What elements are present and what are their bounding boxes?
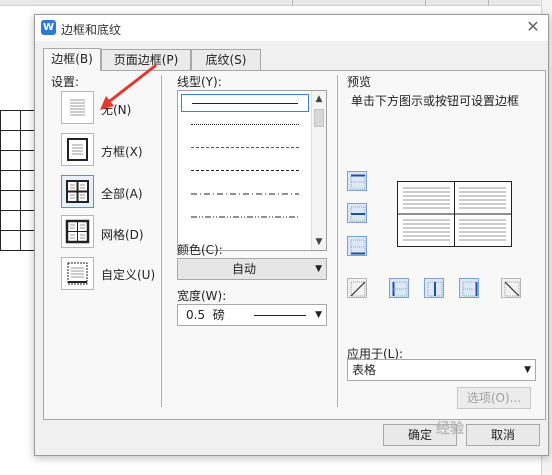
line-style-scrollbar[interactable]: ▲ ▼ xyxy=(311,91,326,250)
setting-custom-button[interactable] xyxy=(61,257,94,290)
inside-horizontal-border-button[interactable] xyxy=(347,203,367,223)
tab-borders[interactable]: 边框(B) xyxy=(43,48,101,71)
border-preview[interactable] xyxy=(397,181,512,247)
left-border-button[interactable] xyxy=(389,278,409,298)
line-style-solid[interactable] xyxy=(181,94,309,112)
diagonal-down-icon xyxy=(504,281,520,297)
none-border-icon xyxy=(70,99,85,116)
chevron-down-icon: ▼ xyxy=(315,264,322,274)
scroll-thumb[interactable] xyxy=(314,109,324,127)
settings-group-label: 设置: xyxy=(51,75,80,89)
scroll-up-icon[interactable]: ▲ xyxy=(312,92,326,106)
bottom-border-icon xyxy=(350,239,366,255)
custom-border-icon xyxy=(67,262,88,285)
wps-writer-icon: W xyxy=(41,20,56,35)
color-label: 颜色(C): xyxy=(177,243,223,257)
box-border-icon xyxy=(67,138,88,161)
line-style-dashed[interactable] xyxy=(181,162,309,180)
scroll-down-icon[interactable]: ▼ xyxy=(312,235,326,249)
toolbar-divider xyxy=(292,0,293,6)
setting-grid-button[interactable] xyxy=(61,215,94,248)
grid-border-icon xyxy=(65,219,90,244)
toolbar-divider xyxy=(425,0,426,6)
line-style-dash-dot-dot[interactable] xyxy=(181,208,309,226)
line-style-dashed-fine[interactable] xyxy=(181,139,309,157)
inside-vertical-border-button[interactable] xyxy=(424,278,444,298)
preview-table-icon xyxy=(398,182,511,246)
bottom-border-button[interactable] xyxy=(347,236,367,256)
setting-all-label[interactable]: 全部(A) xyxy=(101,185,143,202)
setting-none-label[interactable]: 无(N) xyxy=(101,101,131,118)
inside-vertical-border-icon xyxy=(427,281,443,297)
setting-none-button[interactable] xyxy=(61,91,94,124)
line-style-dash-dot[interactable] xyxy=(181,185,309,203)
top-border-icon xyxy=(350,174,366,190)
right-border-icon xyxy=(462,281,478,297)
apply-to-value: 表格 xyxy=(352,363,377,377)
chevron-down-icon: ▼ xyxy=(524,365,531,375)
dialog-titlebar: W 边框和底纹 ✕ xyxy=(35,15,548,41)
line-style-list[interactable]: ▲ ▼ xyxy=(177,90,327,251)
width-label: 宽度(W): xyxy=(177,289,227,303)
color-dropdown[interactable]: 自动 ▼ xyxy=(177,258,327,280)
background-toolbar xyxy=(0,0,552,6)
chevron-down-icon: ▼ xyxy=(315,310,322,320)
width-line-sample xyxy=(254,315,306,316)
tab-page-border[interactable]: 页面边框(P) xyxy=(101,49,191,70)
diagonal-down-border-button[interactable] xyxy=(501,278,521,298)
top-border-button[interactable] xyxy=(347,171,367,191)
dialog-title: 边框和底纹 xyxy=(61,23,122,37)
diagonal-up-border-button[interactable] xyxy=(347,278,367,298)
line-style-dotted[interactable] xyxy=(181,116,309,134)
left-border-icon xyxy=(392,281,408,297)
setting-box-label[interactable]: 方框(X) xyxy=(101,143,143,160)
right-border-button[interactable] xyxy=(459,278,479,298)
apply-to-dropdown[interactable]: 表格 ▼ xyxy=(347,359,536,381)
inside-horizontal-border-icon xyxy=(350,206,366,222)
color-value: 自动 xyxy=(231,262,256,276)
tab-shading[interactable]: 底纹(S) xyxy=(191,49,261,70)
watermark-logo: 经验 xyxy=(436,421,464,437)
preview-hint: 单击下方图示或按钮可设置边框 xyxy=(351,94,520,108)
setting-box-button[interactable] xyxy=(61,133,94,166)
close-icon[interactable]: ✕ xyxy=(524,18,542,36)
setting-all-button[interactable] xyxy=(61,175,94,208)
line-style-label: 线型(Y): xyxy=(177,75,222,89)
toolbar-divider xyxy=(488,0,489,6)
borders-shading-dialog: W 边框和底纹 ✕ 边框(B) 页面边框(P) 底纹(S) 设置: 无(N) 方… xyxy=(34,14,549,456)
section-divider xyxy=(337,75,338,407)
setting-custom-label[interactable]: 自定义(U) xyxy=(101,266,155,283)
width-dropdown[interactable]: 0.5 磅 ▼ xyxy=(177,304,327,326)
cancel-button[interactable]: 取消 xyxy=(466,424,540,446)
section-divider xyxy=(161,75,162,407)
width-value: 0.5 磅 xyxy=(186,308,225,322)
options-button[interactable]: 选项(O)... xyxy=(457,387,531,409)
all-borders-icon xyxy=(66,180,89,203)
diagonal-up-icon xyxy=(350,281,366,297)
preview-label: 预览 xyxy=(347,75,372,89)
setting-grid-label[interactable]: 网格(D) xyxy=(101,226,144,243)
